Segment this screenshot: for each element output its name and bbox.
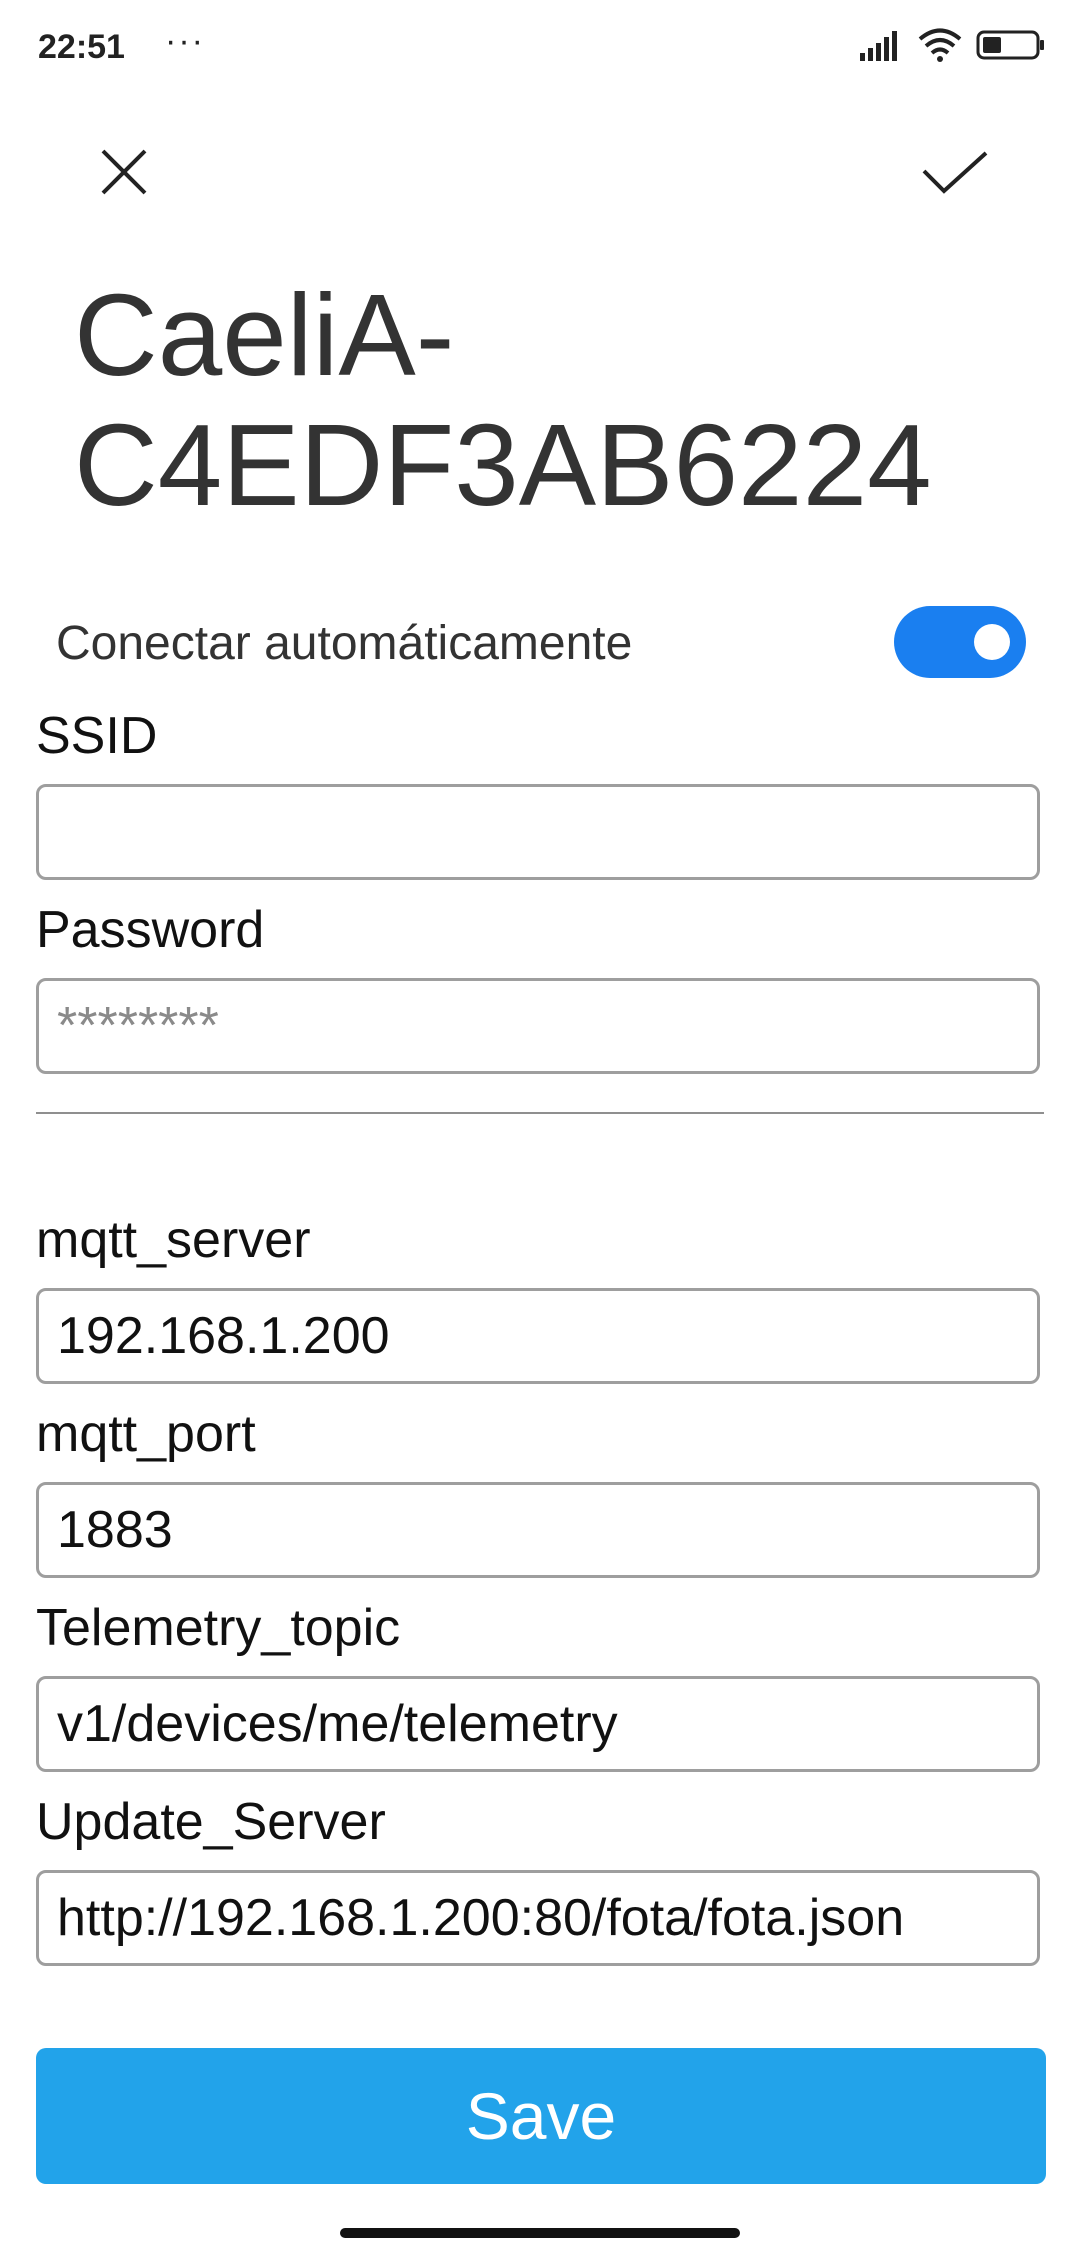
network-title: CaeliA-C4EDF3AB6224: [74, 270, 932, 530]
status-icons: [860, 28, 1046, 62]
autoconnect-row: Conectar automáticamente: [56, 606, 1026, 678]
signal-icon: [860, 31, 897, 61]
ssid-input[interactable]: [36, 784, 1040, 880]
home-indicator[interactable]: [340, 2228, 740, 2238]
checkmark-icon: [922, 151, 988, 194]
update-server-input[interactable]: [36, 1870, 1040, 1966]
mqtt-server-input[interactable]: [36, 1288, 1040, 1384]
autoconnect-toggle[interactable]: [894, 606, 1026, 678]
wifi-icon: [918, 28, 962, 62]
more-notifications-icon: ···: [165, 22, 205, 60]
battery-icon: [976, 30, 1044, 60]
autoconnect-label: Conectar automáticamente: [56, 617, 633, 670]
close-icon: [101, 149, 147, 195]
telemetry-topic-label: Telemetry_topic: [36, 1599, 401, 1657]
update-server-label: Update_Server: [36, 1793, 386, 1851]
password-label: Password: [36, 901, 265, 959]
divider: [36, 1112, 1044, 1114]
confirm-button[interactable]: [910, 130, 1000, 214]
status-bar: 22:51 ···: [0, 0, 1080, 96]
mqtt-server-label: mqtt_server: [36, 1211, 311, 1269]
password-input[interactable]: [36, 978, 1040, 1074]
status-time: 22:51: [38, 28, 125, 66]
close-button[interactable]: [82, 130, 166, 214]
mqtt-port-input[interactable]: [36, 1482, 1040, 1578]
save-button[interactable]: Save: [36, 2048, 1046, 2184]
ssid-label: SSID: [36, 707, 158, 765]
toggle-knob: [974, 624, 1010, 660]
mqtt-port-label: mqtt_port: [36, 1405, 256, 1463]
telemetry-topic-input[interactable]: [36, 1676, 1040, 1772]
